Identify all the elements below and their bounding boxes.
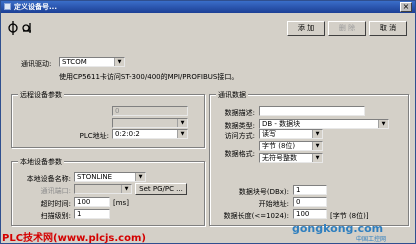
data-format-label: 数据格式: [224,150,255,158]
plc-address-select[interactable]: 0:2:0:2 ▼ [112,129,188,139]
chevron-down-icon[interactable]: ▼ [312,130,322,138]
format-value-1: 字节 (8位) [262,142,296,150]
local-group-title: 本地设备参数 [18,157,64,167]
data-type-value: DB - 数据块 [262,120,301,128]
block-number-input[interactable]: 1 [293,185,327,195]
chevron-down-icon[interactable]: ▼ [135,173,145,181]
watermark-plcjs: PLC技术网(www.plcjs.com) [2,233,146,244]
remote-field-2[interactable]: ▼ [112,118,188,128]
device-logo-icon [8,21,31,35]
close-button[interactable]: × [400,2,412,12]
data-length-unit: [字节 (8位)] [330,212,369,220]
data-group-title: 通讯数据 [216,90,248,100]
chevron-down-icon[interactable]: ▼ [177,119,187,127]
timeout-label: 超时时间: [40,200,71,208]
delete-button[interactable]: 删 除 [328,21,366,36]
access-label: 访问方式: [224,132,255,140]
add-button[interactable]: 添 加 [287,21,325,36]
format-select-2[interactable]: 无符号整数 ▼ [259,153,323,163]
window-icon [4,3,11,10]
chevron-down-icon[interactable]: ▼ [378,120,388,128]
scan-level-label: 扫描级别: [40,212,71,220]
chevron-down-icon[interactable]: ▼ [114,58,124,66]
device-name-label: 本地设备名称: [26,175,71,183]
timeout-input[interactable]: 100 [74,197,110,207]
remote-group-title: 远程设备参数 [18,90,64,100]
chevron-down-icon[interactable]: ▼ [177,130,187,138]
driver-value: STCOM [62,58,87,66]
format-select-1[interactable]: 字节 (8位) ▼ [259,141,323,151]
plc-address-value: 0:2:0:2 [115,130,140,138]
chevron-down-icon[interactable]: ▼ [312,142,322,150]
set-pgpc-button[interactable]: Set PG/PC ... [135,183,187,195]
data-desc-label: 数据描述: [224,109,255,117]
timeout-unit: [ms] [113,199,129,207]
block-number-label: 数据块号(DBx): [238,188,289,196]
start-address-input[interactable]: 0 [293,197,327,207]
data-type-label: 数据类型: [224,122,255,130]
data-type-select[interactable]: DB - 数据块 ▼ [259,119,389,129]
port-select[interactable]: ▼ [74,184,132,194]
define-device-dialog: 定义设备号... × 添 加 删 除 取 消 通讯驱动: STCOM ▼ 使用C… [0,0,416,244]
access-select[interactable]: 读写 ▼ [259,129,323,139]
title-bar: 定义设备号... × [1,1,415,13]
chevron-down-icon[interactable]: ▼ [312,154,322,162]
plc-address-label: PLC地址: [79,132,109,140]
driver-select[interactable]: STCOM ▼ [59,57,125,67]
driver-label: 通讯驱动: [21,60,52,68]
data-length-input[interactable]: 100 [293,209,327,219]
port-label: 通讯端口: [40,187,71,195]
driver-hint: 使用CP5611卡访问ST-300/400的MPI/PROFIBUS接口。 [59,73,239,81]
start-address-label: 开始地址: [258,200,289,208]
watermark-gongkong-cn: 中国工控网 [356,236,387,243]
device-name-value: STONLINE [77,173,113,181]
data-length-label: 数据长度(<=1024): [223,212,289,220]
data-desc-input[interactable] [259,106,365,116]
window-title: 定义设备号... [14,3,57,11]
cancel-button[interactable]: 取 消 [369,21,407,36]
chevron-down-icon[interactable]: ▼ [121,185,131,193]
device-name-select[interactable]: STONLINE ▼ [74,172,146,182]
remote-field-1[interactable]: 0 [112,106,188,116]
format-value-2: 无符号整数 [262,154,297,162]
scan-level-input[interactable]: 1 [74,209,110,219]
access-value: 读写 [262,130,276,138]
